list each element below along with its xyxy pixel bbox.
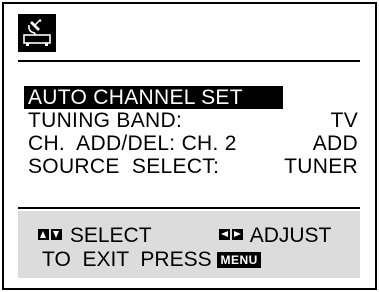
help-footer: SELECT ADJUST TO EXIT PRESS MENU: [18, 211, 360, 278]
header-divider: [18, 60, 360, 62]
osd-window: AUTO CHANNEL SET TUNING BAND: TV CH. ADD…: [2, 2, 377, 290]
menu-item-label: TUNING BAND:: [28, 109, 183, 132]
menu-button-icon: MENU: [217, 252, 261, 268]
channel-setup-menu: AUTO CHANNEL SET TUNING BAND: TV CH. ADD…: [24, 86, 364, 178]
menu-item-value: ADD: [312, 132, 358, 155]
menu-item-label: AUTO CHANNEL SET: [28, 86, 243, 109]
select-hint-label: SELECT: [69, 224, 152, 247]
menu-item-source-select[interactable]: SOURCE SELECT: TUNER: [28, 155, 364, 178]
menu-item-label: CH. ADD/DEL: CH. 2: [28, 132, 237, 155]
menu-item-auto-channel-set[interactable]: AUTO CHANNEL SET: [24, 86, 283, 109]
menu-item-label: SOURCE SELECT:: [28, 155, 220, 178]
menu-item-value: TUNER: [284, 155, 358, 178]
menu-item-value: TV: [330, 109, 358, 132]
left-arrow-icon: [219, 229, 230, 240]
exit-hint: TO EXIT PRESS MENU: [42, 248, 261, 271]
adjust-hint-label: ADJUST: [249, 224, 332, 247]
menu-item-tuning-band[interactable]: TUNING BAND: TV: [28, 109, 364, 132]
down-arrow-icon: [51, 229, 62, 240]
select-hint: SELECT: [38, 224, 152, 247]
menu-item-ch-add-del[interactable]: CH. ADD/DEL: CH. 2 ADD: [28, 132, 364, 155]
footer-divider: [18, 207, 360, 209]
up-arrow-icon: [38, 229, 49, 240]
antenna-tuner-icon: [18, 14, 56, 52]
adjust-hint: ADJUST: [219, 224, 331, 247]
exit-hint-label: TO EXIT PRESS: [42, 248, 212, 271]
right-arrow-icon: [232, 229, 243, 240]
